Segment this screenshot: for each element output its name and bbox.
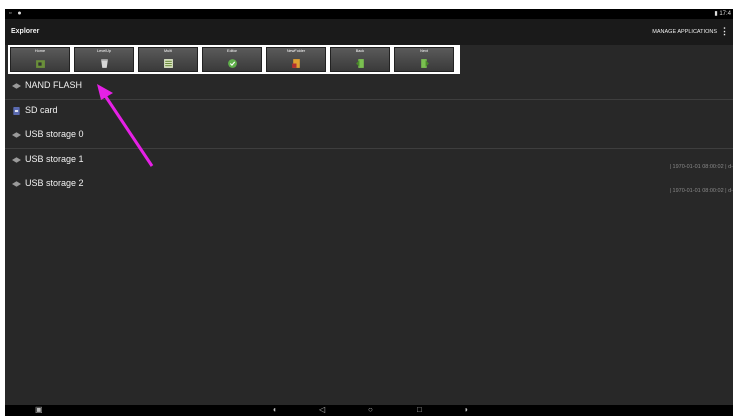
manage-applications-button[interactable]: MANAGE APPLICATIONS [652, 29, 717, 35]
volume-down-icon[interactable]: ◖ [272, 406, 277, 414]
multi-button-label: Multi [163, 49, 173, 53]
next-button[interactable]: Next [394, 47, 454, 72]
file-meta: | 1970-01-01 08:00:02 | d- [669, 164, 733, 170]
android-screen: ▫ ● ▮ 17:4 Explorer MANAGE APPLICATIONS … [5, 9, 733, 416]
status-bar: ▫ ● ▮ 17:4 [5, 9, 733, 19]
home-button[interactable]: Home [10, 47, 70, 72]
list-item-label: NAND FLASH [25, 80, 83, 90]
list-item-label: USB storage 2 [25, 178, 84, 188]
action-bar: Explorer MANAGE APPLICATIONS ⋮ [5, 19, 733, 45]
usb-drive-icon [12, 181, 21, 187]
list-item-nand-flash[interactable]: NAND FLASH [5, 75, 733, 99]
level-up-button[interactable]: LevelUp [74, 47, 134, 72]
list-item-label: USB storage 0 [25, 129, 84, 139]
drive-icon [12, 83, 21, 89]
status-left-icons: ▫ ● [9, 10, 24, 17]
explorer-toolbar: Home LevelUp Multi Editor NewFolder Back… [8, 45, 460, 74]
list-item-usb-storage-0[interactable]: USB storage 0 [5, 124, 733, 148]
screenshot-icon[interactable]: ▣ [35, 406, 43, 414]
back-button-label: Back [355, 49, 365, 53]
list-item-label: USB storage 1 [25, 154, 84, 164]
file-meta: | 1970-01-01 08:00:02 | d- [669, 188, 733, 194]
list-item-label: SD card [25, 105, 58, 115]
new-folder-icon [292, 59, 300, 68]
recents-icon[interactable]: □ [417, 406, 422, 414]
new-folder-button-label: NewFolder [286, 49, 306, 53]
level-up-icon [101, 59, 108, 68]
new-folder-button[interactable]: NewFolder [266, 47, 326, 72]
status-right-info: ▮ 17:4 [714, 11, 731, 17]
usb-drive-icon [12, 157, 21, 163]
editor-button[interactable]: Editor [202, 47, 262, 72]
volume-up-icon[interactable]: ◗ [464, 406, 469, 414]
storage-list: NAND FLASH SD card USB storage 0 USB sto… [5, 75, 733, 197]
app-title: Explorer [11, 28, 40, 35]
next-icon [421, 59, 429, 68]
editor-button-label: Editor [227, 49, 237, 53]
list-item-sd-card[interactable]: SD card [5, 100, 733, 124]
next-button-label: Next [420, 49, 428, 53]
navigation-bar: ▣ ◖ ◁ ○ □ ◗ [5, 405, 733, 416]
editor-icon [228, 59, 237, 68]
level-up-button-label: LevelUp [97, 49, 111, 53]
back-button[interactable]: Back [330, 47, 390, 72]
back-icon [356, 59, 364, 68]
home-button-label: Home [34, 49, 46, 53]
list-item-usb-storage-2[interactable]: USB storage 2 | 1970-01-01 08:00:02 | d- [5, 173, 733, 197]
multi-button[interactable]: Multi [138, 47, 198, 72]
sd-card-icon [13, 107, 20, 115]
list-item-usb-storage-1[interactable]: USB storage 1 | 1970-01-01 08:00:02 | d- [5, 149, 733, 173]
home-nav-icon[interactable]: ○ [368, 406, 373, 414]
overflow-menu-icon[interactable]: ⋮ [720, 26, 729, 37]
back-nav-icon[interactable]: ◁ [319, 406, 325, 414]
usb-drive-icon [12, 132, 21, 138]
multi-select-icon [164, 59, 173, 68]
home-icon [36, 60, 45, 68]
